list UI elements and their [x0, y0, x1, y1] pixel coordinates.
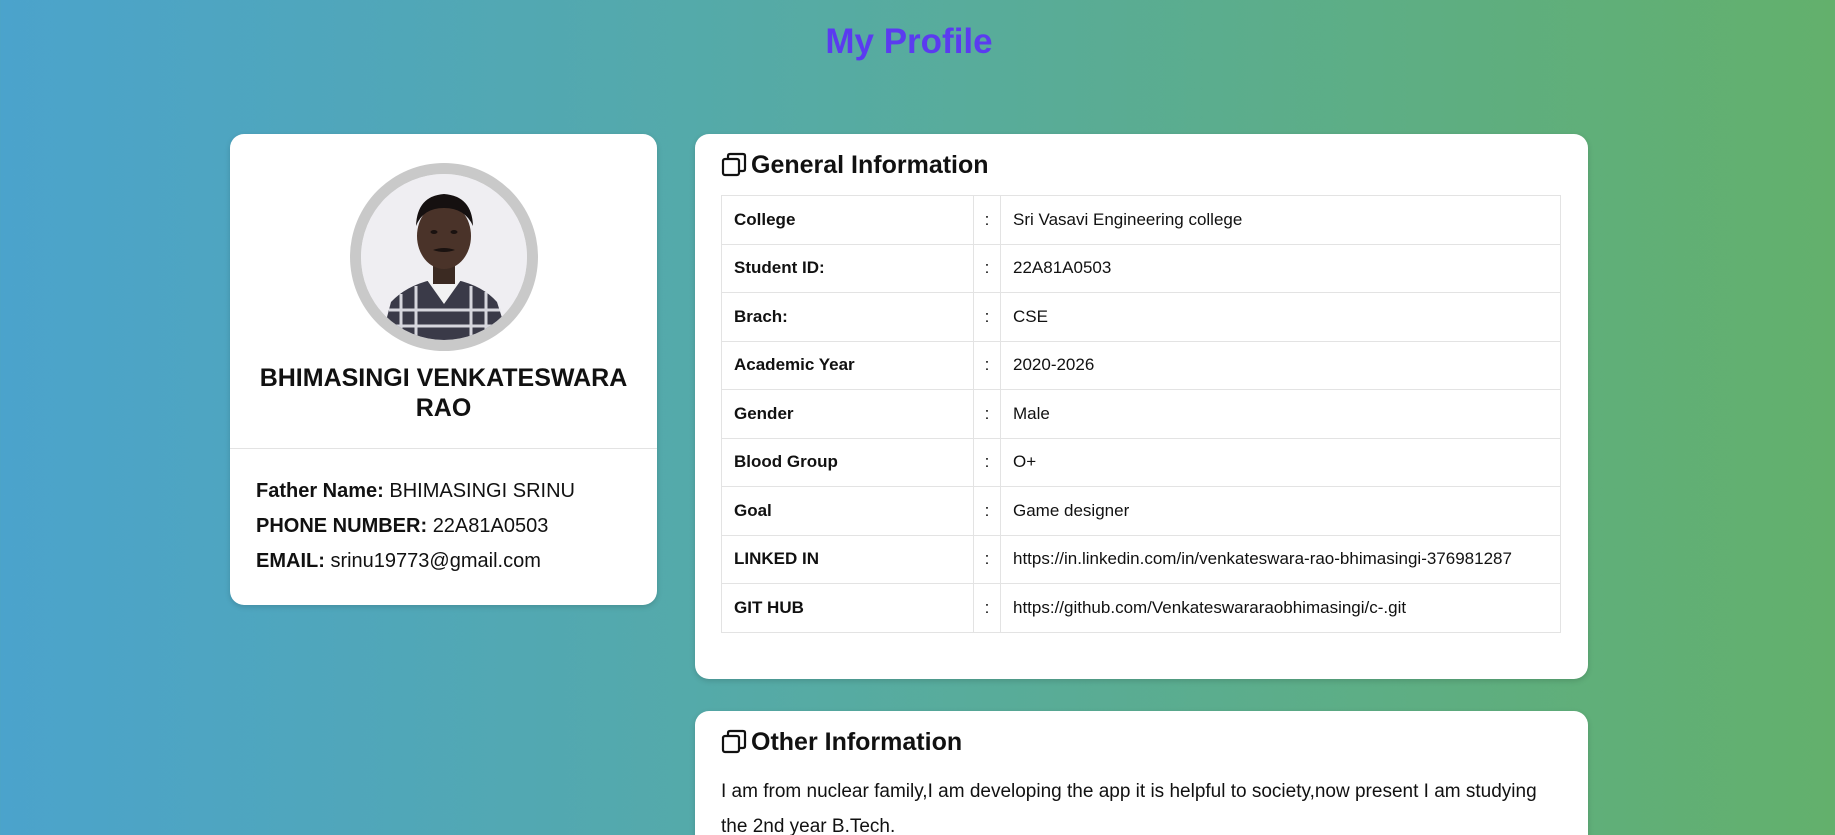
table-row: Blood Group : O+	[721, 437, 1561, 487]
linkedin-url: https://in.linkedin.com/in/venkateswara-…	[1000, 534, 1561, 584]
row-key: LINKED IN	[721, 534, 974, 584]
general-information-table: College : Sri Vasavi Engineering college…	[721, 195, 1561, 633]
avatar-photo	[361, 174, 527, 340]
other-information-title: Other Information	[751, 728, 963, 756]
page-title: My Profile	[825, 22, 993, 61]
row-key: Goal	[721, 486, 974, 536]
detail-value: BHIMASINGI SRINU	[389, 480, 575, 502]
row-key: Brach:	[721, 292, 974, 342]
row-key: GIT HUB	[721, 583, 974, 633]
row-separator: :	[973, 292, 1001, 342]
row-value: O+	[1000, 437, 1561, 487]
profile-name: BHIMASINGI VENKATESWARA RAO	[259, 364, 628, 422]
row-value: CSE	[1000, 292, 1561, 342]
detail-label: Father Name:	[256, 480, 384, 502]
github-url: https://github.com/Venkateswararaobhimas…	[1000, 583, 1561, 633]
other-information-card: Other Information I am from nuclear fami…	[695, 711, 1588, 835]
table-row: Academic Year : 2020-2026	[721, 340, 1561, 390]
other-information-text: I am from nuclear family,I am developing…	[721, 781, 1537, 835]
row-separator: :	[973, 534, 1001, 584]
row-separator: :	[973, 243, 1001, 293]
row-separator: :	[973, 389, 1001, 439]
table-row: Gender : Male	[721, 389, 1561, 439]
table-row: Student ID: : 22A81A0503	[721, 243, 1561, 293]
row-separator: :	[973, 486, 1001, 536]
table-row: LINKED IN : https://in.linkedin.com/in/v…	[721, 534, 1561, 584]
phone-number-line: PHONE NUMBER: 22A81A0503	[256, 513, 548, 539]
copy-icon	[721, 152, 747, 177]
profile-card: BHIMASINGI VENKATESWARA RAO Father Name:…	[230, 134, 657, 605]
row-value: 22A81A0503	[1000, 243, 1561, 293]
row-separator: :	[973, 583, 1001, 633]
row-separator: :	[973, 437, 1001, 487]
row-value: Sri Vasavi Engineering college	[1000, 195, 1561, 245]
row-value: 2020-2026	[1000, 340, 1561, 390]
email-line: EMAIL: srinu19773@gmail.com	[256, 548, 541, 574]
row-key: Academic Year	[721, 340, 974, 390]
avatar	[350, 163, 538, 351]
row-separator: :	[973, 195, 1001, 245]
row-key: College	[721, 195, 974, 245]
table-row: College : Sri Vasavi Engineering college	[721, 195, 1561, 245]
detail-label: PHONE NUMBER:	[256, 515, 428, 537]
general-information-card: General Information College : Sri Vasavi…	[695, 134, 1588, 679]
copy-icon	[721, 729, 747, 754]
other-information-heading: Other Information	[721, 725, 962, 759]
row-key: Student ID:	[721, 243, 974, 293]
detail-value: srinu19773@gmail.com	[330, 550, 541, 572]
table-row: GIT HUB : https://github.com/Venkateswar…	[721, 583, 1561, 633]
detail-value: 22A81A0503	[432, 515, 549, 537]
detail-label: EMAIL:	[256, 550, 325, 572]
row-key: Blood Group	[721, 437, 974, 487]
general-information-heading: General Information	[721, 148, 989, 182]
row-value: Game designer	[1000, 486, 1561, 536]
table-row: Goal : Game designer	[721, 486, 1561, 536]
row-separator: :	[973, 340, 1001, 390]
person-photo-icon	[361, 174, 527, 340]
row-key: Gender	[721, 389, 974, 439]
table-row: Brach: : CSE	[721, 292, 1561, 342]
general-information-title: General Information	[751, 151, 989, 179]
father-name-line: Father Name: BHIMASINGI SRINU	[256, 478, 575, 504]
divider	[230, 448, 657, 449]
row-value: Male	[1000, 389, 1561, 439]
